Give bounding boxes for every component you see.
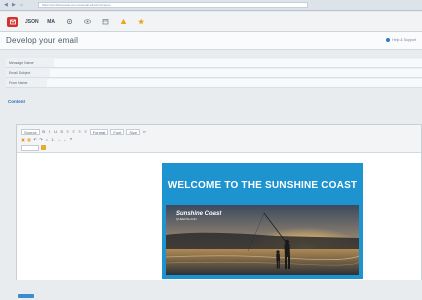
email-banner: WELCOME TO THE SUNSHINE COAST Sunshine C… — [162, 163, 363, 279]
json-button[interactable]: JSON — [25, 17, 39, 27]
favorite-button[interactable]: ★ — [136, 17, 147, 27]
toolbar-row-1: Source B I U S ≡ ≡ ≡ ≡ Format Font Size … — [21, 128, 417, 135]
email-subject-field[interactable] — [50, 68, 422, 77]
beach-fishing-photo: Sunshine Coast QUEENSLAND — [166, 205, 359, 275]
page-title: Develop your email — [6, 36, 79, 45]
email-details-form: Message Name Email Subject From Name — [6, 58, 422, 88]
email-editor: Source B I U S ≡ ≡ ≡ ≡ Format Font Size … — [16, 124, 422, 280]
indent-icon[interactable]: → — [57, 137, 61, 142]
help-link[interactable]: Help & Support — [386, 38, 416, 42]
redo-icon[interactable]: ↷ — [39, 137, 43, 142]
gear-icon — [66, 18, 72, 25]
sunshine-coast-logo: Sunshine Coast QUEENSLAND — [176, 211, 221, 221]
image-icon[interactable]: ▣ — [21, 137, 25, 142]
align-right-icon[interactable]: ≡ — [78, 129, 82, 134]
toolbar-row-3 — [21, 144, 417, 151]
email-headline: WELCOME TO THE SUNSHINE COAST — [167, 180, 358, 191]
logo-subtext: QUEENSLAND — [176, 217, 197, 221]
email-subject-label: Email Subject — [9, 70, 31, 75]
browser-address-bar: ◀ ▶ ⌂ https://sunshinecoast.com.au/email… — [0, 0, 422, 11]
star-icon: ★ — [137, 18, 145, 26]
align-center-icon[interactable]: ≡ — [72, 129, 76, 134]
underline-icon[interactable]: U — [54, 129, 58, 134]
font-select[interactable]: Font — [110, 128, 125, 135]
settings-button[interactable] — [64, 17, 75, 27]
editor-canvas[interactable]: WELCOME TO THE SUNSHINE COAST Sunshine C… — [17, 153, 421, 280]
content-tab[interactable]: Content — [8, 99, 25, 104]
number-list-icon[interactable]: 1. — [51, 137, 55, 142]
save-button[interactable] — [18, 294, 34, 298]
warning-icon — [120, 18, 126, 24]
size-select[interactable]: Size — [126, 128, 141, 135]
url-input[interactable]: https://sunshinecoast.com.au/email-edito… — [38, 2, 308, 8]
help-label: Help & Support — [392, 38, 416, 42]
forward-icon[interactable]: ▶ — [12, 2, 17, 8]
from-name-field[interactable] — [47, 78, 422, 87]
bold-icon[interactable]: B — [42, 129, 46, 134]
quote-icon[interactable]: ❝ — [69, 137, 73, 142]
undo-icon[interactable]: ↶ — [33, 137, 37, 142]
strike-icon[interactable]: S — [60, 129, 64, 134]
ma-button[interactable]: MA — [46, 17, 57, 27]
home-icon[interactable]: ⌂ — [20, 2, 25, 8]
outdent-icon[interactable]: ← — [63, 137, 67, 142]
link-icon[interactable]: ∞ — [142, 129, 146, 134]
app-logo-button[interactable] — [7, 16, 18, 27]
align-left-icon[interactable]: ≡ — [66, 129, 70, 134]
email-subject-row: Email Subject — [6, 68, 422, 78]
eye-icon — [83, 19, 91, 24]
italic-icon[interactable]: I — [48, 129, 52, 134]
toolbar-row-2: ▣ ▦ ↶ ↷ • 1. → ← ❝ — [21, 136, 417, 143]
calendar-icon — [102, 19, 108, 25]
app-toolbar: JSON MA ★ — [0, 12, 422, 32]
from-name-row: From Name — [6, 78, 422, 88]
table-icon[interactable]: ▦ — [27, 137, 31, 142]
editor-toolbar: Source B I U S ≡ ≡ ≡ ≡ Format Font Size … — [17, 125, 421, 153]
alert-button[interactable] — [118, 17, 129, 27]
page-header: Develop your email Help & Support — [0, 32, 422, 50]
preview-button[interactable] — [82, 17, 93, 27]
back-icon[interactable]: ◀ — [4, 2, 9, 8]
calendar-button[interactable] — [100, 17, 111, 27]
highlight-color-icon[interactable] — [41, 145, 46, 150]
bullet-list-icon[interactable]: • — [45, 137, 49, 142]
justify-icon[interactable]: ≡ — [84, 129, 88, 134]
source-button[interactable]: Source — [21, 128, 40, 135]
message-name-row: Message Name — [6, 58, 422, 68]
help-icon — [386, 38, 391, 42]
envelope-icon — [9, 19, 16, 24]
from-name-label: From Name — [9, 80, 28, 85]
message-name-field[interactable] — [53, 58, 422, 67]
style-select[interactable] — [21, 144, 39, 151]
message-name-label: Message Name — [9, 60, 34, 65]
format-select[interactable]: Format — [89, 128, 109, 135]
